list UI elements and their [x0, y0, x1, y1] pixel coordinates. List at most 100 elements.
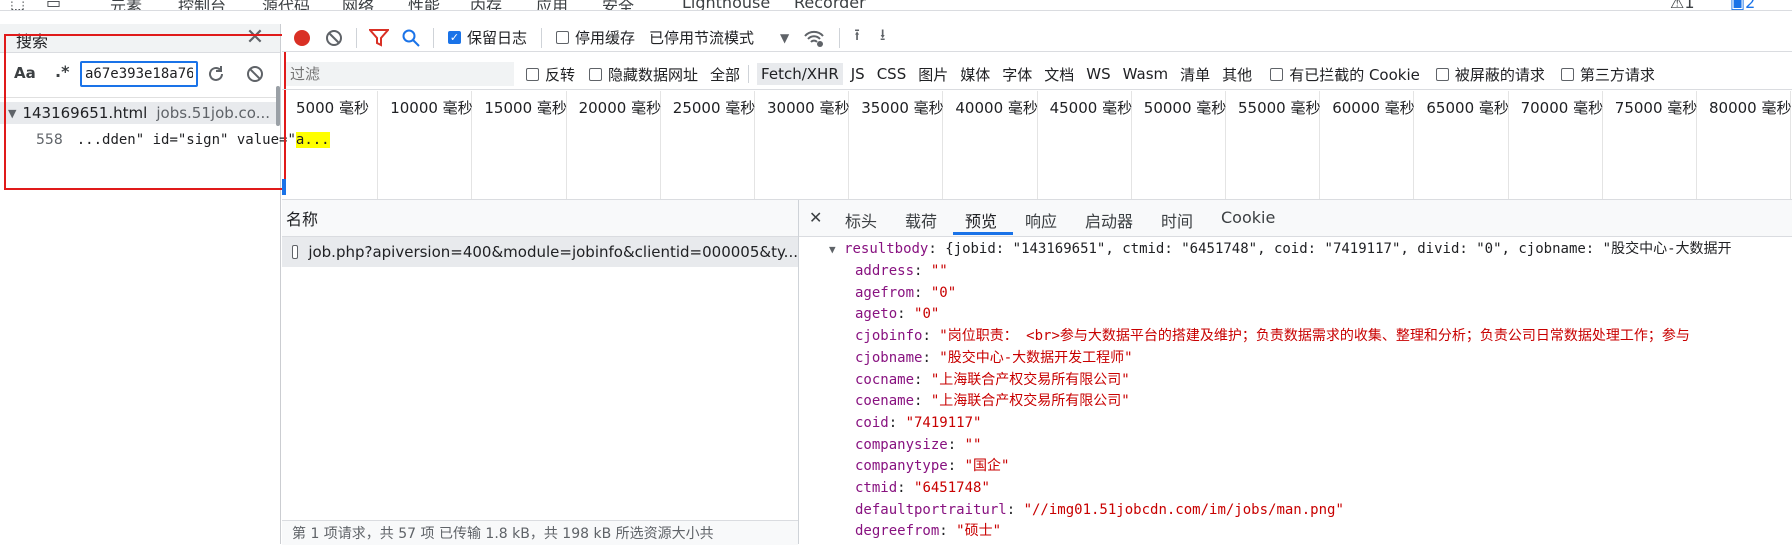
json-value: "上海联合产权交易所有限公司" — [930, 393, 1130, 410]
disable-cache-checkbox[interactable] — [556, 31, 570, 44]
tab-payload[interactable]: 载荷 — [905, 208, 937, 232]
json-value: "" — [964, 436, 982, 453]
tab-cookies[interactable]: Cookie — [1221, 208, 1275, 227]
json-field-line[interactable]: cjobname: "股交中心-大数据开发工程师" — [855, 348, 1133, 368]
network-filter-bar: 反转 隐藏数据网址 全部 Fetch/XHR JS CSS 图片 媒体 字体 文… — [282, 59, 1792, 90]
timeline-tick-label: 65000 毫秒 — [1426, 99, 1509, 117]
json-value: "上海联合产权交易所有限公司" — [930, 371, 1130, 388]
json-field-line[interactable]: companytype: "国企" — [855, 456, 1009, 476]
warnings-badge[interactable]: ⚠1 — [1670, 0, 1695, 10]
filter-type-doc[interactable]: 文档 — [1044, 64, 1074, 85]
blocked-cookies-checkbox[interactable] — [1270, 67, 1284, 81]
details-tabbar: ✕ 标头 载荷 预览 响应 启动器 时间 Cookie — [799, 200, 1792, 237]
device-toggle-icon[interactable]: ▭ — [46, 0, 61, 10]
json-field-line[interactable]: coename: "上海联合产权交易所有限公司" — [855, 391, 1130, 411]
filter-type-font[interactable]: 字体 — [1002, 64, 1032, 85]
json-value: "0" — [914, 306, 940, 323]
tab-preview[interactable]: 预览 — [965, 208, 997, 232]
messages-badge[interactable]: ▣2 — [1730, 0, 1755, 10]
json-field-line[interactable]: ageto: "0" — [855, 304, 939, 324]
network-conditions-icon[interactable] — [803, 28, 825, 48]
tab-headers[interactable]: 标头 — [845, 208, 877, 232]
json-key: coid — [855, 414, 889, 431]
json-root-line[interactable]: ▼ resultbody: {jobid: "143169651", ctmid… — [829, 239, 1732, 259]
json-value: "岗位职责： <br>参与大数据平台的搭建及维护；负责数据需求的收集、整理和分析… — [939, 328, 1690, 345]
filter-icon[interactable] — [369, 28, 389, 48]
filter-type-manifest[interactable]: 清单 — [1180, 64, 1210, 85]
json-field-line[interactable]: agefrom: "0" — [855, 283, 956, 303]
request-name: job.php?apiversion=400&module=jobinfo&cl… — [308, 243, 798, 261]
tab-security[interactable]: 安全 — [602, 0, 634, 10]
tab-memory[interactable]: 内存 — [470, 0, 502, 10]
table-row[interactable]: job.php?apiversion=400&module=jobinfo&cl… — [282, 237, 798, 267]
tab-timing[interactable]: 时间 — [1161, 208, 1193, 232]
filter-input[interactable] — [286, 62, 514, 86]
tab-application[interactable]: 应用 — [536, 0, 568, 10]
request-list-header: 名称 — [282, 200, 798, 237]
throttle-dropdown-icon[interactable]: ▼ — [780, 31, 789, 45]
timeline-tick-label: 60000 毫秒 — [1332, 99, 1415, 117]
filter-type-ws[interactable]: WS — [1086, 65, 1110, 83]
json-value: "国企" — [964, 458, 1010, 475]
filter-type-media[interactable]: 媒体 — [960, 64, 990, 85]
column-name-header[interactable]: 名称 — [286, 206, 318, 230]
json-key: ctmid — [855, 480, 898, 496]
timeline-tick-label: 40000 毫秒 — [955, 99, 1038, 117]
network-overview-timeline[interactable]: 5000 毫秒 10000 毫秒 15000 毫秒 20000 毫秒 25000 毫秒 3… — [282, 91, 1792, 200]
json-field-line[interactable]: companysize: "" — [855, 435, 981, 455]
tab-performance[interactable]: 性能 — [408, 0, 440, 10]
clear-icon[interactable] — [324, 28, 344, 48]
filter-type-css[interactable]: CSS — [877, 65, 907, 83]
tab-lighthouse[interactable]: Lighthouse — [682, 0, 770, 10]
search-icon[interactable] — [401, 28, 421, 48]
json-key: ageto — [855, 306, 898, 323]
document-icon — [292, 245, 299, 259]
import-har-icon[interactable]: ⭱ — [854, 24, 860, 51]
third-party-checkbox[interactable] — [1560, 67, 1574, 81]
blocked-requests-label: 被屏蔽的请求 — [1454, 65, 1545, 84]
close-details-icon[interactable]: ✕ — [809, 208, 822, 227]
tab-response[interactable]: 响应 — [1025, 208, 1057, 232]
filter-type-all[interactable]: 全部 — [710, 64, 740, 85]
active-tab-indicator — [953, 232, 1013, 235]
timeline-tick-label: 45000 毫秒 — [1049, 99, 1133, 117]
invert-checkbox[interactable] — [526, 67, 539, 81]
tab-sources[interactable]: 源代码 — [262, 0, 310, 10]
json-root-key: resultbody — [844, 241, 929, 257]
third-party-label: 第三方请求 — [1579, 65, 1655, 84]
tab-elements[interactable]: 元素 — [110, 0, 142, 10]
json-key: degreefrom — [855, 523, 940, 540]
filter-type-img[interactable]: 图片 — [918, 64, 948, 85]
tab-initiator[interactable]: 启动器 — [1085, 208, 1133, 232]
annotation-box — [4, 34, 286, 190]
record-icon[interactable] — [292, 28, 312, 48]
json-field-line[interactable]: ctmid: "6451748" — [855, 478, 990, 498]
inspect-icon[interactable]: ⬚ — [10, 0, 25, 10]
request-details: ✕ 标头 载荷 预览 响应 启动器 时间 Cookie ▼ resultbody… — [799, 200, 1792, 544]
preserve-log-checkbox[interactable]: ✓ — [448, 31, 461, 44]
expand-triangle-icon[interactable]: ▼ — [829, 243, 836, 256]
hide-data-urls-checkbox[interactable] — [589, 67, 603, 81]
invert-label: 反转 — [545, 65, 576, 84]
json-value: "//img01.51jobcdn.com/im/jobs/man.png" — [1023, 501, 1344, 518]
filter-type-js[interactable]: JS — [851, 65, 865, 83]
json-field-line[interactable]: degreefrom: "硕士" — [855, 521, 1001, 541]
json-field-line[interactable]: cocname: "上海联合产权交易所有限公司" — [855, 370, 1130, 390]
filter-type-fetch-xhr[interactable]: Fetch/XHR — [757, 63, 843, 85]
filter-type-other[interactable]: 其他 — [1222, 64, 1252, 85]
throttling-select[interactable]: 已停用节流模式 — [649, 27, 754, 48]
tab-network[interactable]: 网络 — [342, 0, 374, 10]
json-preview: ▼ resultbody: {jobid: "143169651", ctmid… — [799, 237, 1792, 544]
json-field-line[interactable]: coid: "7419117" — [855, 413, 981, 433]
json-field-line[interactable]: address: "" — [855, 261, 948, 281]
blocked-requests-checkbox[interactable] — [1435, 67, 1449, 81]
timeline-tick-label: 25000 毫秒 — [672, 99, 756, 117]
export-har-icon[interactable]: ⭳ — [880, 24, 886, 51]
json-field-line[interactable]: cjobinfo: "岗位职责： <br>参与大数据平台的搭建及维护；负责数据需… — [855, 326, 1690, 346]
timeline-request-bar — [282, 179, 286, 195]
json-field-line[interactable]: defaultportraiturl: "//img01.51jobcdn.co… — [855, 500, 1344, 520]
disable-cache-label: 停用缓存 — [575, 29, 636, 47]
tab-recorder[interactable]: Recorder — [794, 0, 866, 10]
tab-console[interactable]: 控制台 — [178, 0, 226, 10]
filter-type-wasm[interactable]: Wasm — [1123, 65, 1169, 83]
